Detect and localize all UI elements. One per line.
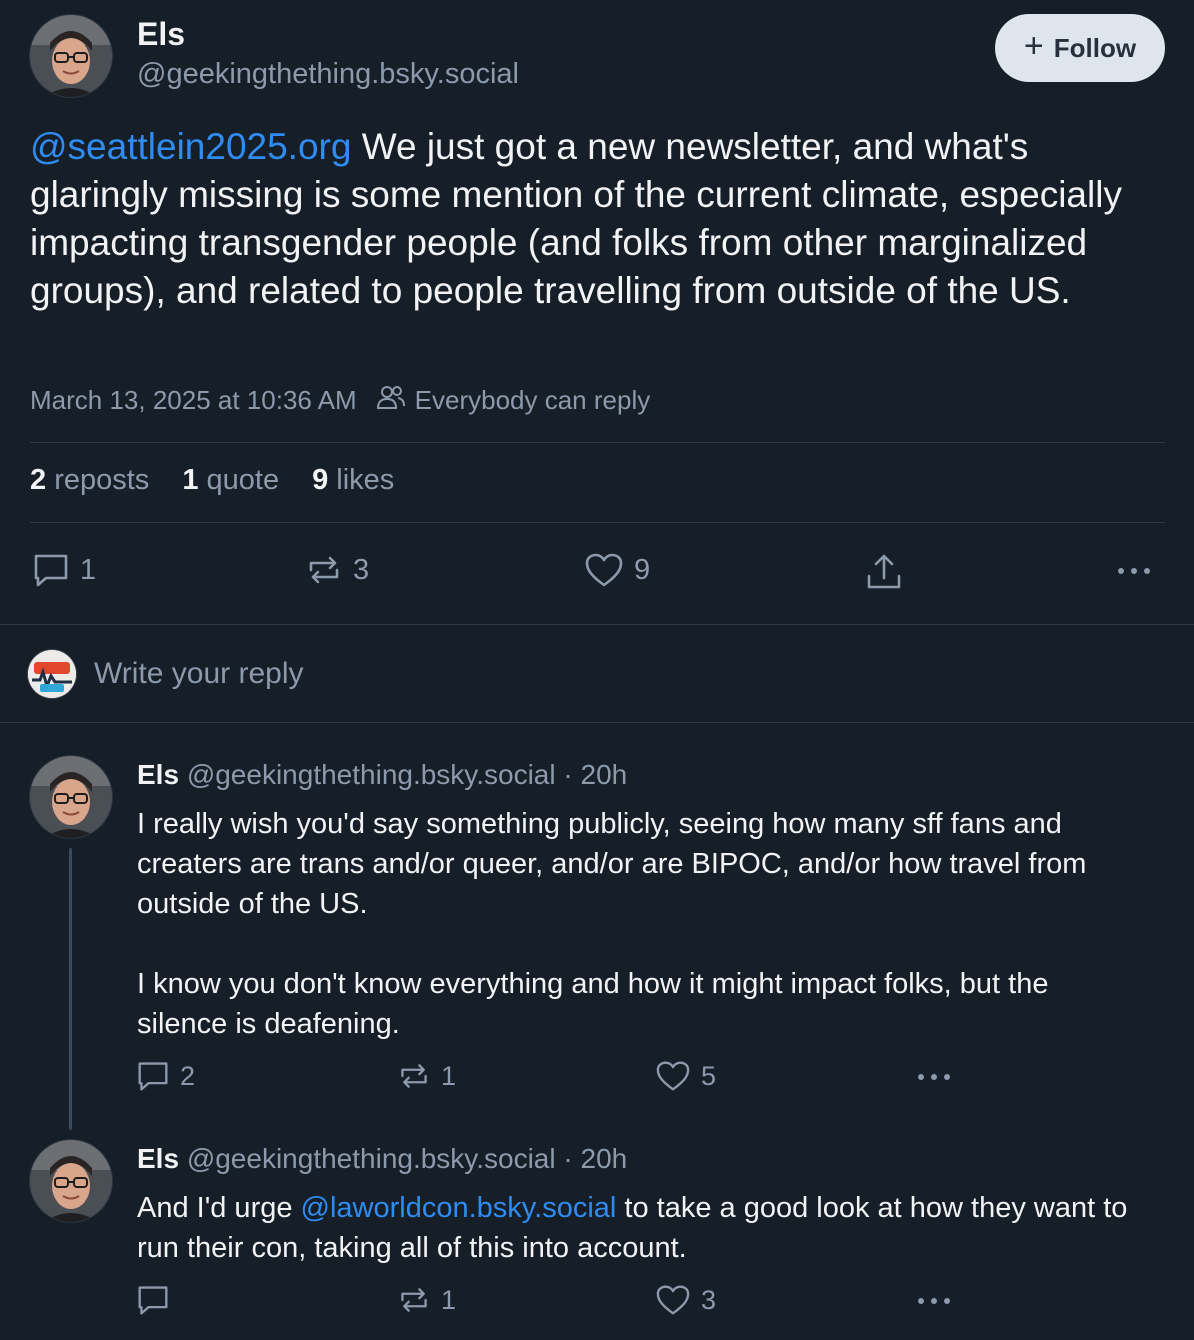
reply-author-handle[interactable]: @geekingthething.bsky.social <box>187 759 556 790</box>
more-icon <box>918 1298 950 1304</box>
reply-author-handle[interactable]: @geekingthething.bsky.social <box>187 1143 556 1174</box>
reply-avatar[interactable] <box>30 1140 112 1222</box>
repost-button[interactable]: 1 <box>397 1284 456 1316</box>
reply-compose[interactable]: Write your reply <box>28 645 1168 703</box>
divider <box>0 722 1194 723</box>
reply-avatar[interactable] <box>30 756 112 838</box>
author-handle[interactable]: @geekingthething.bsky.social <box>137 58 519 91</box>
divider <box>30 442 1165 443</box>
heart-icon <box>656 1285 690 1315</box>
more-button[interactable] <box>916 1060 964 1094</box>
repost-icon <box>401 1064 427 1088</box>
divider <box>0 624 1194 625</box>
heart-icon <box>656 1061 690 1091</box>
quotes-count[interactable]: 1 quote <box>182 464 279 497</box>
mention-link[interactable]: @seattlein2025.org <box>30 126 351 167</box>
comment-icon <box>138 1062 168 1091</box>
comment-icon <box>138 1286 168 1315</box>
reply-text: I really wish you'd say something public… <box>137 808 1087 920</box>
heart-icon <box>585 553 623 587</box>
reply-count: 2 <box>180 1060 196 1091</box>
post-text: @seattlein2025.org We just got a new new… <box>30 123 1150 315</box>
people-icon <box>376 384 405 417</box>
more-icon <box>918 1074 950 1080</box>
reply-author-name[interactable]: Els <box>137 1143 179 1174</box>
likes-count[interactable]: 9 likes <box>312 464 394 497</box>
reply-button[interactable] <box>136 1284 180 1316</box>
reply-button[interactable]: 1 <box>32 552 96 588</box>
reply-text: I know you don't know everything and how… <box>137 968 1049 1040</box>
repost-icon <box>309 556 339 584</box>
like-button[interactable]: 5 <box>655 1060 716 1092</box>
repost-count: 3 <box>353 553 370 586</box>
reply-count: 1 <box>80 553 97 586</box>
fandom-pulse-avatar <box>28 650 76 698</box>
share-button[interactable] <box>864 552 914 592</box>
engagement-counts: 2 reposts 1 quote 9 likes <box>30 464 427 497</box>
reposts-count[interactable]: 2 reposts <box>30 464 149 497</box>
post-meta: March 13, 2025 at 10:36 AM Everybody can… <box>30 384 650 417</box>
repost-count: 1 <box>441 1284 457 1315</box>
comment-icon <box>34 554 68 587</box>
share-icon <box>867 554 901 589</box>
reply-author-name[interactable]: Els <box>137 759 179 790</box>
like-count: 3 <box>701 1284 717 1315</box>
repost-count: 1 <box>441 1060 457 1091</box>
post-timestamp[interactable]: March 13, 2025 at 10:36 AM <box>30 385 357 416</box>
author-name[interactable]: Els <box>137 16 185 53</box>
reply-placeholder: Write your reply <box>94 657 304 690</box>
reply-text: And I'd urge @laworldcon.bsky.social to … <box>137 1192 1128 1264</box>
like-count: 9 <box>634 553 651 586</box>
reply-header: Els @geekingthething.bsky.social · 20h <box>137 759 627 791</box>
reply-time[interactable]: · 20h <box>563 759 627 790</box>
plus-icon: + <box>1023 27 1044 65</box>
follow-label: Follow <box>1053 32 1137 63</box>
more-button[interactable] <box>916 1284 964 1318</box>
reply-setting[interactable]: Everybody can reply <box>415 385 651 416</box>
repost-icon <box>401 1288 427 1312</box>
more-button[interactable] <box>1116 552 1164 590</box>
like-button[interactable]: 9 <box>584 552 650 588</box>
like-button[interactable]: 3 <box>655 1284 716 1316</box>
more-icon <box>1118 568 1150 574</box>
author-avatar[interactable] <box>30 15 112 97</box>
thread-line <box>69 848 72 1130</box>
divider <box>30 522 1165 523</box>
mention-link[interactable]: @laworldcon.bsky.social <box>301 1192 617 1224</box>
like-count: 5 <box>701 1060 717 1091</box>
repost-button[interactable]: 3 <box>305 552 369 588</box>
reply-time[interactable]: · 20h <box>563 1143 627 1174</box>
reply-button[interactable]: 2 <box>136 1060 195 1092</box>
reply-header: Els @geekingthething.bsky.social · 20h <box>137 1143 627 1175</box>
repost-button[interactable]: 1 <box>397 1060 456 1092</box>
follow-button[interactable]: + Follow <box>995 14 1165 82</box>
